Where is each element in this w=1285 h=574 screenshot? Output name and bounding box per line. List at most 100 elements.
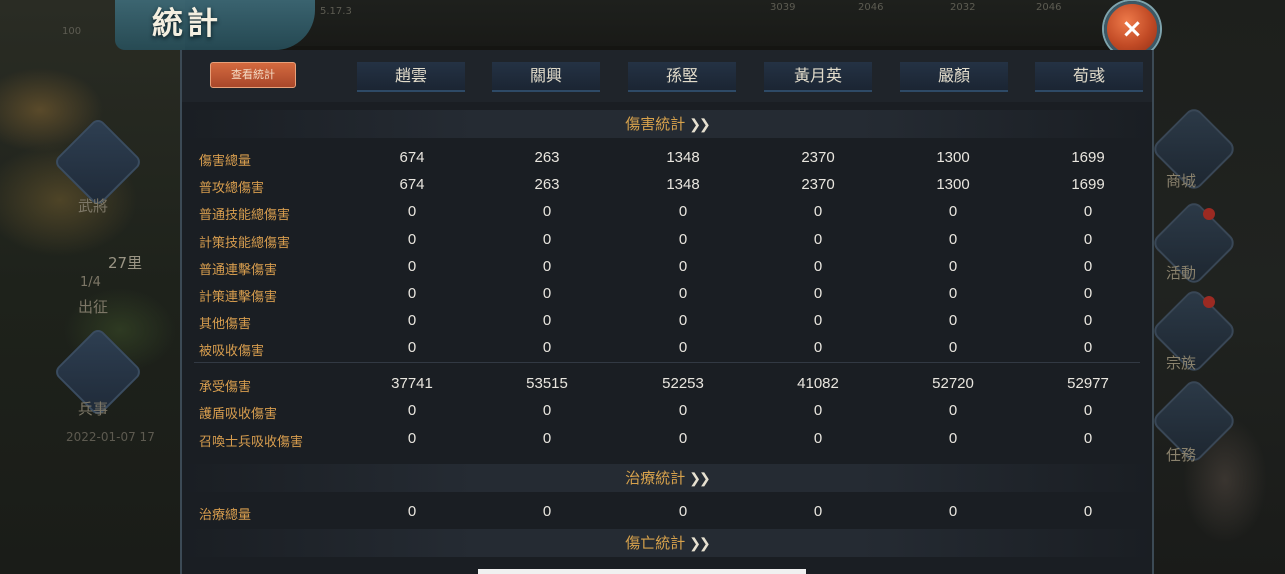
tab-hero[interactable]: 黃月英: [764, 62, 872, 92]
top-resource-value: 2046: [1036, 2, 1062, 13]
notification-dot-icon: [1203, 296, 1215, 308]
tab-view-stats[interactable]: 查看統計: [210, 62, 296, 88]
stat-value-cell: 0: [1083, 312, 1093, 330]
stat-row-label: 計策技能總傷害: [199, 235, 291, 251]
timestamp-label: 2022-01-07 17: [66, 430, 155, 444]
top-resource-value: 2032: [950, 2, 976, 13]
stat-value-cell: 1300: [936, 176, 970, 194]
stat-value-cell: 0: [813, 203, 823, 221]
divider: [194, 362, 1140, 363]
stat-row-label: 普攻總傷害: [199, 181, 265, 197]
stat-value-cell: 263: [534, 149, 560, 166]
stat-row-label: 承受傷害: [199, 380, 252, 395]
stat-value-cell: 0: [813, 257, 823, 275]
stat-value-cell: 0: [542, 312, 552, 330]
stat-value-cell: 52977: [1067, 375, 1109, 392]
tab-hero[interactable]: 關興: [492, 62, 600, 92]
stat-value-cell: 0: [948, 402, 958, 420]
hero-tab-bar: 查看統計 趙雲 關興 孫堅 黃月英 嚴顏 荀彧: [182, 50, 1152, 102]
tab-hero[interactable]: 孫堅: [628, 62, 736, 92]
page-title: 統計: [152, 6, 222, 42]
heal-section-header[interactable]: 治療統計 ❯❯: [182, 464, 1152, 492]
stat-value-cell: 0: [542, 257, 552, 275]
stat-value-cell: 41082: [797, 375, 839, 392]
section-title: 傷害統計: [625, 115, 686, 133]
stat-value-cell: 0: [542, 230, 552, 248]
left-menu-label: 武將: [78, 197, 109, 215]
stat-value-cell: 0: [407, 230, 417, 248]
top-resource-value: 100: [62, 26, 82, 37]
stat-value-cell: 1348: [666, 176, 700, 194]
stat-value-cell: 37741: [391, 375, 433, 392]
tab-hero[interactable]: 趙雲: [357, 62, 465, 92]
stats-panel: 查看統計 趙雲 關興 孫堅 黃月英 嚴顏 荀彧 傷害統計 ❯❯ 傷害總量 674 26…: [180, 50, 1154, 574]
stat-value-cell: 0: [407, 203, 417, 221]
stat-value-cell: 0: [678, 339, 688, 357]
stat-value-cell: 674: [399, 176, 425, 194]
stat-value-cell: 0: [542, 339, 552, 357]
stat-value-cell: 0: [1083, 257, 1093, 275]
stat-row-label: 被吸收傷害: [199, 344, 265, 360]
close-button[interactable]: ×: [1104, 1, 1160, 57]
top-resource-value: 2046: [858, 2, 884, 13]
stat-value-cell: 0: [407, 339, 417, 357]
stat-value-cell: 0: [678, 503, 688, 520]
fraction-label: 1/4: [80, 275, 101, 290]
stat-value-cell: 0: [678, 402, 688, 420]
stat-value-cell: 0: [1083, 402, 1093, 420]
stat-value-cell: 2370: [801, 176, 835, 194]
stat-value-cell: 0: [542, 429, 552, 447]
tab-hero[interactable]: 荀彧: [1035, 62, 1143, 92]
stat-value-cell: 0: [813, 429, 823, 447]
stat-value-cell: 0: [813, 312, 823, 330]
stat-value-cell: 0: [678, 203, 688, 221]
stat-value-cell: 0: [407, 503, 417, 520]
stat-value-cell: 674: [399, 149, 425, 166]
stat-value-cell: 0: [407, 257, 417, 275]
stat-value-cell: 0: [1083, 203, 1093, 221]
stat-row-label: 普通連擊傷害: [199, 262, 278, 278]
home-indicator: [478, 569, 806, 574]
stat-value-cell: 0: [407, 402, 417, 420]
right-menu-label: 任務: [1166, 446, 1197, 464]
top-resource-value: 3039: [770, 2, 796, 13]
stat-row-label: 護盾吸收傷害: [199, 407, 278, 423]
casualty-section-header[interactable]: 傷亡統計 ❯❯: [182, 529, 1152, 557]
stat-value-cell: 0: [678, 429, 688, 447]
stat-value-cell: 0: [542, 285, 552, 302]
stat-value-cell: 0: [948, 285, 958, 302]
stat-value-cell: 1348: [666, 149, 700, 166]
chevron-down-icon[interactable]: ❯❯: [689, 536, 711, 552]
stat-value-cell: 0: [1083, 339, 1093, 357]
stat-value-cell: 0: [678, 257, 688, 275]
stat-value-cell: 1699: [1071, 176, 1105, 194]
stat-value-cell: 0: [407, 312, 417, 330]
stat-row-label: 治療總量: [199, 508, 252, 523]
tab-hero[interactable]: 嚴顏: [900, 62, 1008, 92]
stat-value-cell: 0: [813, 285, 823, 302]
stat-value-cell: 1699: [1071, 149, 1105, 166]
stat-row-label: 普通技能總傷害: [199, 208, 291, 224]
stat-value-cell: 1300: [936, 149, 970, 166]
stat-value-cell: 0: [1083, 230, 1093, 248]
stat-value-cell: 0: [813, 230, 823, 248]
top-resource-value: 5.17.3: [320, 6, 352, 17]
stat-value-cell: 0: [1083, 429, 1093, 447]
stat-value-cell: 0: [542, 203, 552, 221]
stat-value-cell: 0: [1083, 285, 1093, 302]
stat-row-label: 傷害總量: [199, 154, 252, 169]
right-menu-label: 活動: [1166, 264, 1197, 282]
chevron-down-icon[interactable]: ❯❯: [689, 117, 711, 133]
section-title: 傷亡統計: [625, 534, 686, 552]
stat-value-cell: 263: [534, 176, 560, 194]
stat-value-cell: 0: [1083, 503, 1093, 520]
distance-label: 27里: [108, 254, 143, 272]
damage-section-header[interactable]: 傷害統計 ❯❯: [182, 110, 1152, 138]
right-menu-label: 商城: [1166, 172, 1197, 190]
stat-value-cell: 0: [678, 230, 688, 248]
left-menu-label: 出征: [78, 298, 109, 316]
stat-value-cell: 0: [948, 503, 958, 520]
stat-value-cell: 52253: [662, 375, 704, 392]
stat-value-cell: 0: [948, 203, 958, 221]
chevron-down-icon[interactable]: ❯❯: [689, 471, 711, 487]
